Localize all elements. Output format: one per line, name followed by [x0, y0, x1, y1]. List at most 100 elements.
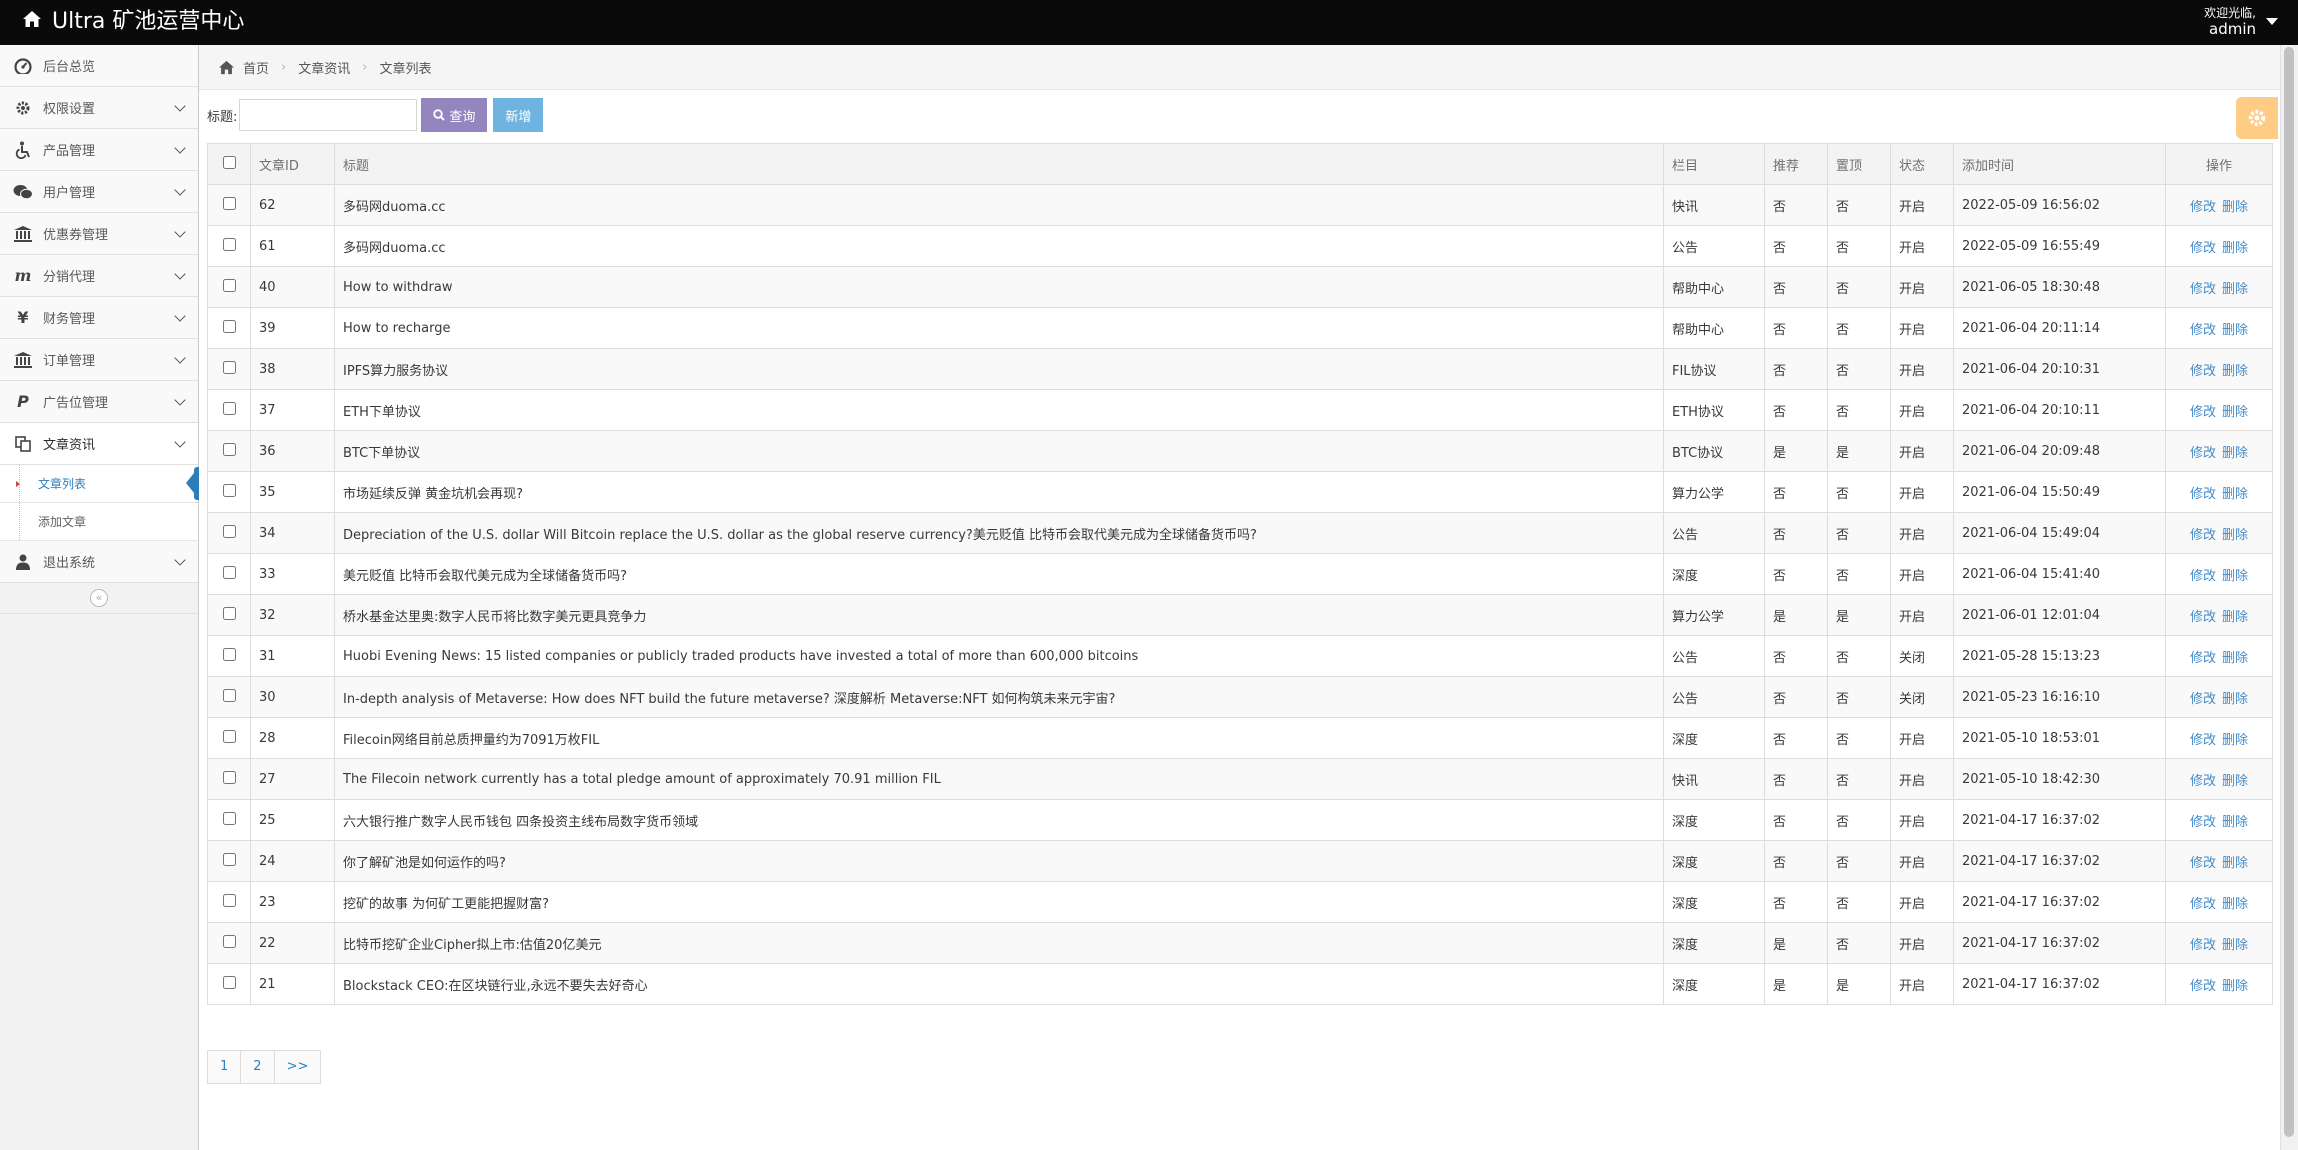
- sidebar-item-products[interactable]: 产品管理: [0, 129, 198, 171]
- row-checkbox[interactable]: [222, 852, 236, 866]
- row-checkbox[interactable]: [222, 196, 236, 210]
- row-checkbox[interactable]: [222, 360, 236, 374]
- page-link[interactable]: 2: [240, 1050, 275, 1084]
- title-search-input[interactable]: [239, 99, 418, 131]
- submenu-add-article[interactable]: 添加文章: [0, 503, 198, 541]
- row-checkbox[interactable]: [222, 770, 236, 784]
- delete-link[interactable]: 删除: [2222, 364, 2248, 379]
- row-checkbox[interactable]: [222, 893, 236, 907]
- row-checkbox[interactable]: [222, 524, 236, 538]
- sidebar-item-ads[interactable]: P 广告位管理: [0, 381, 198, 423]
- row-checkbox[interactable]: [222, 442, 236, 456]
- sidebar-item-distribution[interactable]: m 分销代理: [0, 255, 198, 297]
- edit-link[interactable]: 修改: [2190, 487, 2216, 502]
- column-header[interactable]: 状态: [1890, 143, 1954, 185]
- edit-link[interactable]: 修改: [2190, 856, 2216, 871]
- edit-link[interactable]: 修改: [2190, 446, 2216, 461]
- sidebar-item-permissions[interactable]: 权限设置: [0, 87, 198, 129]
- edit-link[interactable]: 修改: [2190, 692, 2216, 707]
- edit-link[interactable]: 修改: [2190, 610, 2216, 625]
- delete-link[interactable]: 删除: [2222, 979, 2248, 994]
- breadcrumb-section-link[interactable]: 文章资讯: [298, 58, 350, 77]
- delete-link[interactable]: 删除: [2222, 651, 2248, 666]
- search-button[interactable]: 查询: [421, 98, 488, 132]
- table-row: 25 六大银行推广数字人民币钱包 四条投资主线布局数字货币领域 深度否否开启 2021…: [207, 799, 2273, 841]
- sidebar-item-users[interactable]: 用户管理: [0, 171, 198, 213]
- edit-link[interactable]: 修改: [2190, 979, 2216, 994]
- delete-link[interactable]: 删除: [2222, 323, 2248, 338]
- edit-link[interactable]: 修改: [2190, 282, 2216, 297]
- delete-link[interactable]: 删除: [2222, 774, 2248, 789]
- edit-link[interactable]: 修改: [2190, 897, 2216, 912]
- submenu-article-list[interactable]: 文章列表: [0, 465, 199, 503]
- delete-link[interactable]: 删除: [2222, 938, 2248, 953]
- delete-link[interactable]: 删除: [2222, 282, 2248, 297]
- row-checkbox[interactable]: [222, 278, 236, 292]
- cell-created-at: 2022-05-09 16:56:02: [1953, 184, 2166, 226]
- delete-link[interactable]: 删除: [2222, 897, 2248, 912]
- cell-created-at: 2021-04-17 16:37:02: [1953, 922, 2166, 964]
- edit-link[interactable]: 修改: [2190, 569, 2216, 584]
- edit-link[interactable]: 修改: [2190, 733, 2216, 748]
- row-checkbox[interactable]: [222, 401, 236, 415]
- edit-link[interactable]: 修改: [2190, 200, 2216, 215]
- delete-link[interactable]: 删除: [2222, 610, 2248, 625]
- row-checkbox[interactable]: [222, 565, 236, 579]
- edit-link[interactable]: 修改: [2190, 364, 2216, 379]
- column-header[interactable]: 推荐: [1764, 143, 1828, 185]
- delete-link[interactable]: 删除: [2222, 856, 2248, 871]
- delete-link[interactable]: 删除: [2222, 487, 2248, 502]
- edit-link[interactable]: 修改: [2190, 938, 2216, 953]
- sidebar-item-coupons[interactable]: 优惠券管理: [0, 213, 198, 255]
- sidebar-item-dashboard[interactable]: 后台总览: [0, 45, 198, 87]
- row-checkbox[interactable]: [222, 319, 236, 333]
- collapse-sidebar-button[interactable]: «: [90, 589, 108, 607]
- delete-link[interactable]: 删除: [2222, 200, 2248, 215]
- edit-link[interactable]: 修改: [2190, 774, 2216, 789]
- row-checkbox[interactable]: [222, 729, 236, 743]
- scrollbar-thumb[interactable]: [2284, 47, 2294, 1137]
- edit-link[interactable]: 修改: [2190, 405, 2216, 420]
- edit-link[interactable]: 修改: [2190, 651, 2216, 666]
- column-header[interactable]: 标题: [334, 143, 1664, 185]
- select-all-checkbox[interactable]: [222, 155, 236, 169]
- delete-link[interactable]: 删除: [2222, 815, 2248, 830]
- settings-button[interactable]: [2236, 97, 2278, 139]
- delete-link[interactable]: 删除: [2222, 446, 2248, 461]
- row-checkbox[interactable]: [222, 975, 236, 989]
- row-checkbox[interactable]: [222, 483, 236, 497]
- edit-link[interactable]: 修改: [2190, 241, 2216, 256]
- row-checkbox[interactable]: [222, 237, 236, 251]
- delete-link[interactable]: 删除: [2222, 528, 2248, 543]
- delete-link[interactable]: 删除: [2222, 241, 2248, 256]
- delete-link[interactable]: 删除: [2222, 569, 2248, 584]
- column-header[interactable]: 文章ID: [250, 143, 335, 185]
- sidebar-item-finance[interactable]: ¥ 财务管理: [0, 297, 198, 339]
- edit-link[interactable]: 修改: [2190, 815, 2216, 830]
- edit-link[interactable]: 修改: [2190, 323, 2216, 338]
- delete-link[interactable]: 删除: [2222, 733, 2248, 748]
- row-checkbox[interactable]: [222, 811, 236, 825]
- delete-link[interactable]: 删除: [2222, 405, 2248, 420]
- caret-down-icon[interactable]: [2266, 18, 2278, 25]
- edit-link[interactable]: 修改: [2190, 528, 2216, 543]
- sidebar-item-orders[interactable]: 订单管理: [0, 339, 198, 381]
- column-header[interactable]: 置顶: [1827, 143, 1891, 185]
- sidebar-item-articles[interactable]: 文章资讯: [0, 423, 198, 465]
- add-button[interactable]: 新增: [493, 98, 544, 132]
- breadcrumb-home-link[interactable]: 首页: [243, 58, 269, 77]
- row-checkbox[interactable]: [222, 606, 236, 620]
- user-menu[interactable]: 欢迎光临, admin: [2204, 6, 2256, 38]
- delete-link[interactable]: 删除: [2222, 692, 2248, 707]
- page-scrollbar[interactable]: [2280, 45, 2298, 1150]
- sidebar-item-logout[interactable]: 退出系统: [0, 541, 198, 583]
- page-link[interactable]: 1: [207, 1050, 242, 1084]
- next-page-link[interactable]: >>: [273, 1050, 322, 1084]
- row-checkbox[interactable]: [222, 934, 236, 948]
- column-header[interactable]: 栏目: [1663, 143, 1765, 185]
- app-brand[interactable]: Ultra 矿池运营中心: [22, 9, 244, 35]
- row-checkbox[interactable]: [222, 688, 236, 702]
- pagination: 1 2 >>: [207, 1050, 322, 1084]
- column-header[interactable]: 添加时间: [1953, 143, 2166, 185]
- row-checkbox[interactable]: [222, 647, 236, 661]
